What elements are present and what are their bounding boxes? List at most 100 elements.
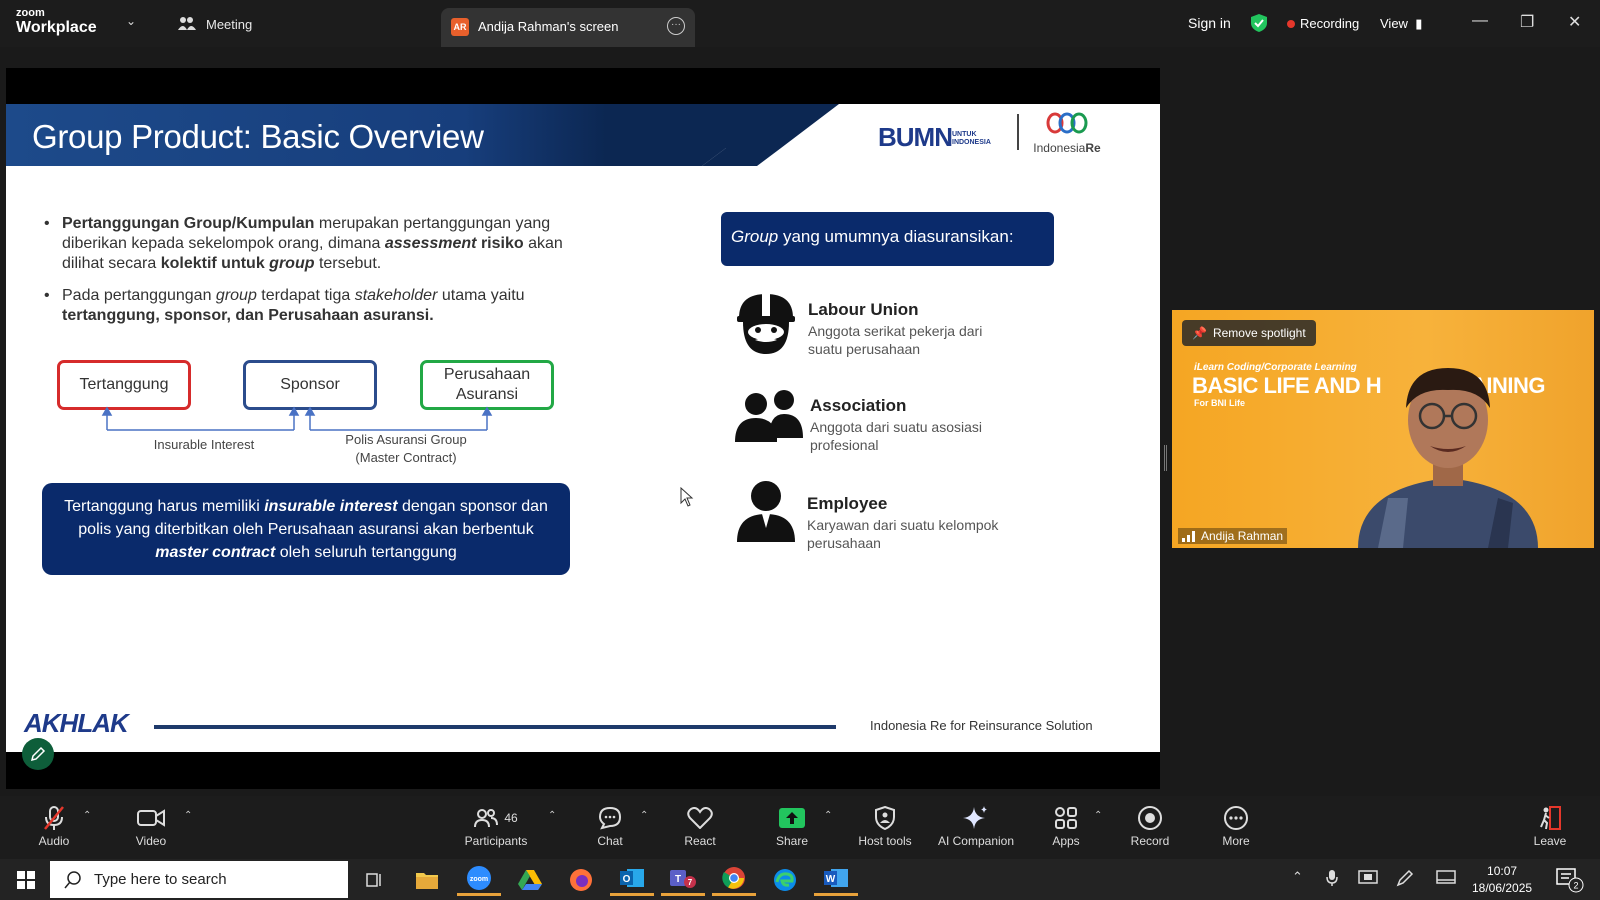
taskbar-clock[interactable]: 10:07 18/06/2025 <box>1472 863 1532 897</box>
tray-chevron-up-icon[interactable]: ⌃ <box>1292 869 1303 885</box>
audio-options-chevron-icon[interactable]: ⌃ <box>83 810 91 821</box>
callout-part: insurable interest <box>264 498 398 515</box>
remove-spotlight-button[interactable]: 📌 Remove spotlight <box>1182 320 1316 346</box>
avatar: AR <box>451 18 469 36</box>
group-desc-line: Anggota serikat pekerja dari <box>808 323 983 339</box>
participants-icon <box>474 809 499 828</box>
file-explorer-icon[interactable] <box>405 863 449 896</box>
taskbar-search-input[interactable]: Type here to search <box>50 861 348 898</box>
people-icon <box>735 390 803 442</box>
video-options-chevron-icon[interactable]: ⌃ <box>184 810 192 821</box>
ai-companion-button[interactable]: AI Companion <box>930 804 1022 848</box>
callout-box: Tertanggung harus memiliki insurable int… <box>42 483 570 575</box>
indonesia-re-rings-icon <box>1046 112 1088 134</box>
shield-check-icon[interactable] <box>1250 13 1268 38</box>
share-button[interactable]: Share <box>768 804 816 848</box>
zoom-workplace-logo[interactable]: zoom Workplace <box>16 8 97 36</box>
remove-spotlight-label: Remove spotlight <box>1212 326 1306 340</box>
slide-footer-text: Indonesia Re for Reinsurance Solution <box>870 718 1093 733</box>
tab-shared-screen-label: Andija Rahman's screen <box>478 19 619 34</box>
tab-meeting[interactable]: Meeting <box>178 16 252 32</box>
person-icon <box>737 481 795 542</box>
video-label: Video <box>135 834 167 848</box>
note-polis: Polis Asuransi Group (Master Contract) <box>326 431 486 467</box>
search-icon <box>64 870 81 888</box>
panel-resize-handle[interactable] <box>1164 445 1167 471</box>
host-tools-button[interactable]: Host tools <box>850 804 920 848</box>
apps-options-chevron-icon[interactable]: ⌃ <box>1094 810 1102 821</box>
bumn-logo: BUMNUNTUK INDONESIA <box>878 122 991 153</box>
chat-icon <box>598 806 622 830</box>
minimize-icon[interactable]: — <box>1472 12 1488 30</box>
group-heading-a: Group <box>731 227 779 246</box>
chat-button[interactable]: Chat <box>586 804 634 848</box>
note-polis-line1: Polis Asuransi Group <box>345 432 467 447</box>
sign-in-button[interactable]: Sign in <box>1188 15 1231 31</box>
word-icon[interactable]: W <box>814 863 858 896</box>
tab-shared-screen[interactable]: AR Andija Rahman's screen ··· <box>441 8 695 47</box>
leave-button[interactable]: Leave <box>1526 804 1574 848</box>
footer-line <box>154 725 836 729</box>
bumn-logo-small-1: UNTUK <box>952 131 977 139</box>
chevron-down-icon[interactable]: ⌄ <box>126 14 136 28</box>
bumn-logo-text: BUMN <box>878 122 953 152</box>
windows-taskbar: Type here to search zoom O T7 W ⌃ 10:07 … <box>0 859 1600 900</box>
leave-icon <box>1540 806 1561 830</box>
speaker-video-tile[interactable]: iLearn Coding/Corporate Learning BASIC L… <box>1172 310 1594 548</box>
shared-screen[interactable]: Group Product: Basic Overview BUMNUNTUK I… <box>6 68 1160 789</box>
windows-start-icon[interactable] <box>4 863 48 896</box>
tray-screen-share-icon[interactable] <box>1358 869 1378 888</box>
participants-button[interactable]: 46 Participants <box>460 804 532 848</box>
apps-button[interactable]: Apps <box>1042 804 1090 848</box>
tray-pen-icon[interactable] <box>1396 869 1414 890</box>
tray-mic-icon[interactable] <box>1326 869 1338 890</box>
participants-label: Participants <box>464 834 528 848</box>
more-options-icon[interactable]: ··· <box>667 17 685 35</box>
audio-label: Audio <box>38 834 70 848</box>
pin-icon: 📌 <box>1192 326 1207 340</box>
sparkle-icon <box>963 806 987 829</box>
notifications-icon[interactable]: 2 <box>1556 865 1584 896</box>
group-desc-association: Anggota dari suatu asosiasi profesional <box>810 418 982 454</box>
close-icon[interactable]: ✕ <box>1568 12 1581 32</box>
google-drive-icon[interactable] <box>508 863 552 896</box>
participants-options-chevron-icon[interactable]: ⌃ <box>548 810 556 821</box>
participants-count: 46 <box>504 811 518 825</box>
task-view-icon[interactable] <box>352 863 396 896</box>
chat-options-chevron-icon[interactable]: ⌃ <box>640 810 648 821</box>
ire-logo-a: Indonesia <box>1033 141 1086 155</box>
participant-name: Andija Rahman <box>1201 529 1284 543</box>
share-options-chevron-icon[interactable]: ⌃ <box>824 810 832 821</box>
svg-text:O: O <box>623 874 631 885</box>
teams-icon[interactable]: T7 <box>661 863 705 896</box>
outlook-icon[interactable]: O <box>610 863 654 896</box>
ire-logo-b: Re <box>1085 141 1101 155</box>
group-heading-b: yang umumnya diasuransikan: <box>778 227 1014 246</box>
chrome-icon[interactable] <box>712 863 756 896</box>
restore-icon[interactable]: ❐ <box>1520 12 1534 32</box>
view-button[interactable]: View ▮ <box>1380 16 1422 32</box>
group-desc-labour-union: Anggota serikat pekerja dari suatu perusa… <box>808 322 982 358</box>
recording-indicator[interactable]: Recording <box>1287 16 1359 31</box>
apps-label: Apps <box>1052 834 1080 848</box>
group-title-association: Association <box>810 396 907 415</box>
react-button[interactable]: React <box>676 804 724 848</box>
edge-icon[interactable] <box>763 863 807 896</box>
leave-label: Leave <box>1533 834 1567 848</box>
annotate-pen-icon[interactable] <box>22 738 54 770</box>
view-label: View <box>1380 16 1408 31</box>
record-button[interactable]: Record <box>1126 804 1174 848</box>
group-heading-box: Group yang umumnya diasuransikan: <box>721 212 1054 266</box>
more-button[interactable]: More <box>1212 804 1260 848</box>
zoom-app-icon[interactable]: zoom <box>457 863 501 896</box>
audio-button[interactable]: Audio <box>30 804 78 848</box>
video-slide-subtitle: iLearn Coding/Corporate Learning <box>1194 362 1357 373</box>
view-layout-icon: ▮ <box>1411 16 1423 31</box>
participant-name-label: Andija Rahman <box>1178 528 1288 544</box>
akhlak-logo: AKHLAK <box>24 708 129 738</box>
tray-display-icon[interactable] <box>1436 869 1456 888</box>
group-desc-employee: Karyawan dari suatu kelompok perusahaan <box>807 516 998 552</box>
firefox-icon[interactable] <box>559 863 603 896</box>
mouse-cursor-icon <box>680 487 694 507</box>
video-button[interactable]: Video <box>127 804 175 848</box>
